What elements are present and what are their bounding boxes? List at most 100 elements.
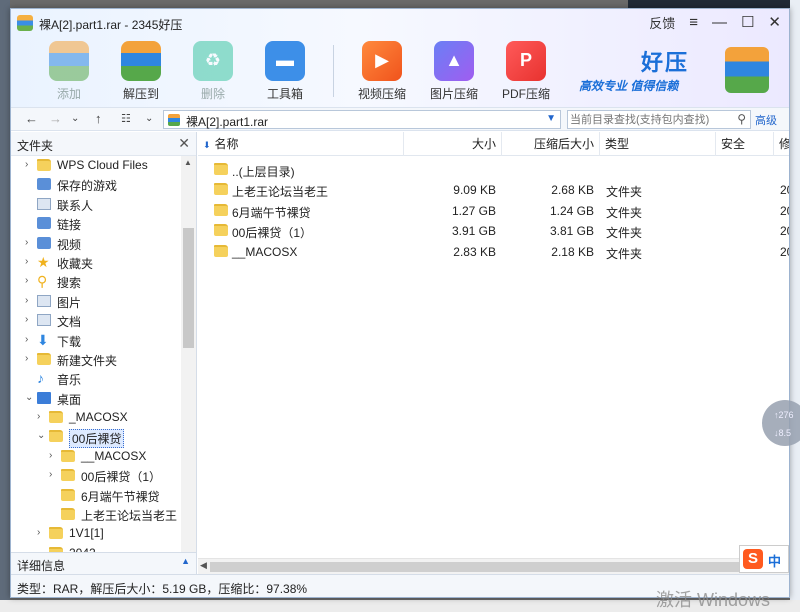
menu-icon[interactable]: ≡ [689,14,698,32]
folder-icon [61,449,75,462]
delete-button[interactable]: ♻ 删除 [177,41,249,102]
tree-item[interactable]: › 视频 [11,234,181,253]
file-size: 3.91 GB [451,224,496,239]
folder-icon [49,430,63,443]
tree-item[interactable]: 上老王论坛当老王 [11,505,181,524]
extract-button[interactable]: 解压到 [105,41,177,102]
search-icon[interactable]: ⚲ [737,112,746,126]
file-row[interactable]: __MACOSX 2.83 KB 2.18 KB 文件夹 202 [198,242,789,262]
pdf-compress-button[interactable]: P PDF压缩 [490,41,562,102]
image-compress-button[interactable]: ▲ 图片压缩 [418,41,490,102]
download-speed: ↓8.5 [774,428,792,438]
scroll-left-icon[interactable]: ◀ [200,560,207,571]
view-mode-icon[interactable]: ☷ [121,112,131,125]
video-compress-button[interactable]: ▶ 视频压缩 [346,41,418,102]
folder-icon [214,244,228,257]
chevron-right-icon[interactable]: › [37,527,40,538]
list-scroll-thumb[interactable] [210,562,776,572]
list-horizontal-scrollbar[interactable]: ◀ [198,558,789,574]
column-name[interactable]: ⬇ 名称 [198,132,404,156]
back-arrow-icon[interactable]: ← [25,111,38,126]
tree-item[interactable]: › ⚲ 搜索 [11,272,181,291]
feedback-link[interactable]: 反馈 [649,13,675,32]
tree-item[interactable]: › __MACOSX [11,447,181,466]
file-row[interactable]: 6月端午节裸贷 1.27 GB 1.24 GB 文件夹 202 [198,201,789,221]
file-modified: 202 [780,183,789,198]
forward-arrow-icon[interactable]: → [49,111,62,126]
minimize-icon[interactable]: — [712,14,727,32]
tree-item[interactable]: › ★ 收藏夹 [11,253,181,272]
folder-icon [214,224,228,237]
search-field[interactable]: ⚲ [567,110,751,129]
chevron-right-icon[interactable]: › [25,334,28,345]
up-folder-icon[interactable]: ↑ [95,111,102,126]
chevron-right-icon[interactable]: › [25,256,28,267]
tree-item[interactable]: › _MACOSX [11,408,181,427]
close-tree-icon[interactable]: ✕ [178,135,190,152]
maximize-icon[interactable]: ☐ [741,14,754,32]
contacts-icon [37,197,51,210]
saved-games-icon [37,178,51,191]
folder-icon [214,183,228,196]
tree-item[interactable]: 2042 [11,544,181,552]
view-mode-dropdown-icon[interactable]: ⌄ [145,113,153,124]
tree-item[interactable]: › 文档 [11,311,181,330]
add-button[interactable]: 添加 [33,41,105,102]
tree-scrollbar[interactable]: ▲ [181,156,196,552]
column-type[interactable]: 类型 [600,132,716,156]
chevron-up-icon[interactable]: ▲ [181,556,190,566]
tree-item[interactable]: › 00后裸贷（1） [11,466,181,485]
column-modified[interactable]: 修改 [774,132,789,156]
scroll-up-icon[interactable]: ▲ [184,158,192,167]
tree-item[interactable]: 联系人 [11,195,181,214]
chevron-right-icon[interactable]: › [25,275,28,286]
file-row[interactable]: ..(上层目录) [198,160,789,180]
tree-item[interactable]: 保存的游戏 [11,175,181,194]
history-dropdown-icon[interactable]: ⌄ [71,113,79,124]
chevron-right-icon[interactable]: › [25,353,28,364]
search-input[interactable] [570,112,730,127]
tree-item[interactable]: › 新建文件夹 [11,350,181,369]
chevron-down-icon[interactable]: ⌄ [37,430,45,441]
chevron-right-icon[interactable]: › [25,295,28,306]
tree-item[interactable]: › ⬇ 下载 [11,331,181,350]
chevron-down-icon[interactable]: ⌄ [25,392,33,403]
brand-name: 好压 [641,50,690,75]
chevron-right-icon[interactable]: › [37,411,40,422]
chevron-right-icon[interactable]: › [49,450,52,461]
tree-item[interactable]: ♪ 音乐 [11,369,181,388]
tree-item[interactable]: › WPS Cloud Files [11,156,181,175]
tree-item[interactable]: 6月端午节裸贷 [11,486,181,505]
chevron-right-icon[interactable]: › [25,237,28,248]
column-compressed-size[interactable]: 压缩后大小 [502,132,600,156]
chevron-right-icon[interactable]: › [25,159,28,170]
column-security[interactable]: 安全 [716,132,774,156]
folder-icon [61,488,75,501]
tree-item[interactable]: ⌄ 00后裸贷 [11,427,181,449]
file-row[interactable]: 00后裸贷（1） 3.91 GB 3.81 GB 文件夹 202 [198,221,789,241]
toolbox-icon: ▬ [265,41,305,81]
close-icon[interactable]: ✕ [768,14,781,32]
tree-item[interactable]: › 1V1[1] [11,524,181,543]
tree-item-label: 联系人 [57,198,94,213]
detail-info-bar[interactable]: 详细信息 ▲ [11,552,197,574]
chevron-right-icon[interactable]: › [25,314,28,325]
background-window-top [628,0,800,8]
path-field[interactable]: 裸A[2].part1.rar ▼ [163,110,561,129]
path-dropdown-icon[interactable]: ▼ [546,113,556,124]
tree-item[interactable]: ⌄ 桌面 [11,389,181,408]
column-size[interactable]: 大小 [404,132,502,156]
tree-item[interactable]: › 图片 [11,292,181,311]
file-type: 文件夹 [606,246,643,261]
tree-scroll-thumb[interactable] [183,228,194,348]
background-window-right [790,0,800,612]
tree-item[interactable]: 链接 [11,214,181,233]
advanced-search-link[interactable]: 高级 [755,112,777,128]
chevron-right-icon[interactable]: › [49,469,52,480]
toolbox-button[interactable]: ▬ 工具箱 [249,41,321,102]
ime-indicator[interactable]: S 中 [739,545,789,573]
folder-icon [61,469,75,482]
folder-icon [214,163,228,175]
network-speed-widget[interactable]: ↑276 ↓8.5 [762,400,800,446]
file-row[interactable]: 上老王论坛当老王 9.09 KB 2.68 KB 文件夹 202 [198,180,789,200]
